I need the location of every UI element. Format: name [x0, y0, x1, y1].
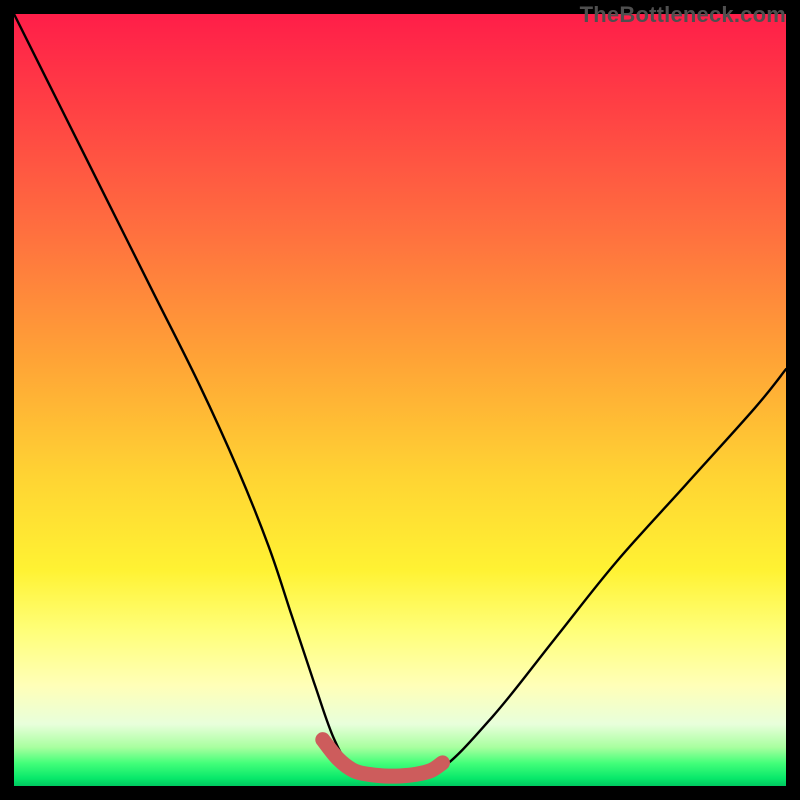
- optimal-band: [323, 740, 443, 776]
- chart-frame: TheBottleneck.com: [0, 0, 800, 800]
- bottleneck-curve: [14, 14, 786, 779]
- curve-layer: [14, 14, 786, 786]
- watermark-text: TheBottleneck.com: [580, 2, 786, 28]
- plot-area: [14, 14, 786, 786]
